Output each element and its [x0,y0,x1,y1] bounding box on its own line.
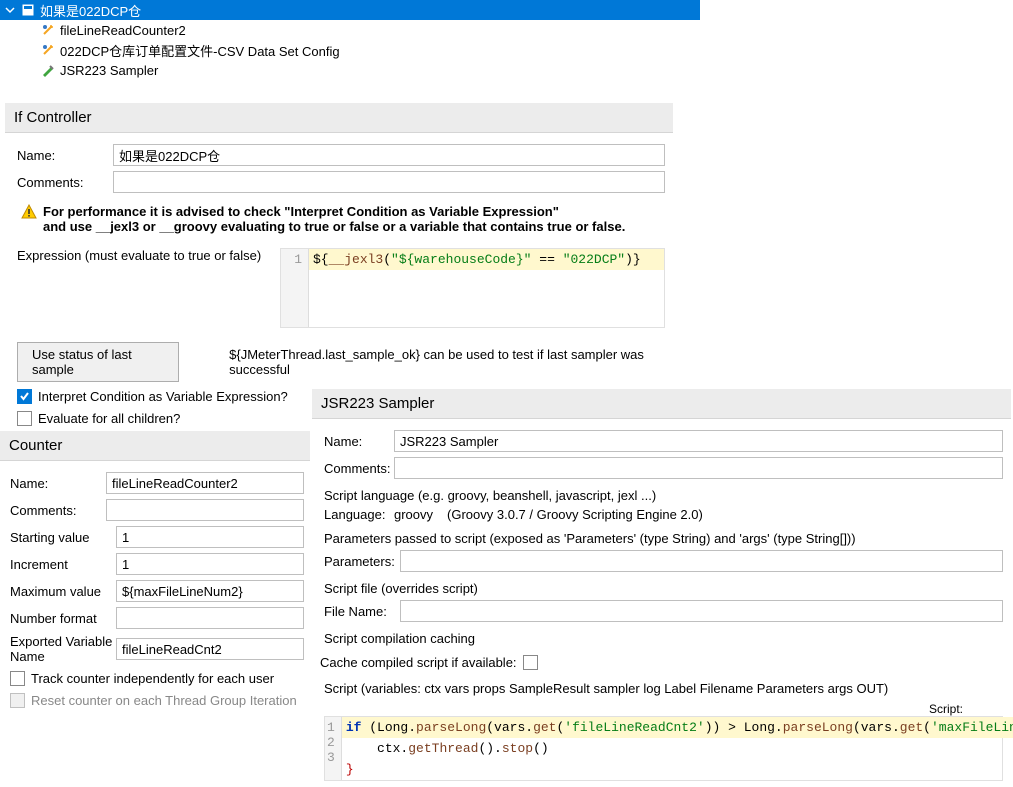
file-header: Script file (overrides script) [320,577,1003,598]
lang-value[interactable]: groovy [394,507,433,522]
expression-label: Expression (must evaluate to true or fal… [17,248,272,263]
comments-input[interactable] [113,171,665,193]
evaluate-all-checkbox[interactable] [17,411,32,426]
name-label: Name: [13,148,113,163]
code-line: if (Long.parseLong(vars.get('fileLineRea… [342,717,1013,738]
sampler-icon [40,62,56,78]
name-input[interactable] [113,144,665,166]
name-label: Name: [6,476,106,491]
track-label: Track counter independently for each use… [31,671,274,686]
counter-icon [40,22,56,38]
fmt-label: Number format [6,611,116,626]
line-number: 2 [327,735,335,750]
tree-item-jsr223[interactable]: JSR223 Sampler [0,60,700,80]
interpret-checkbox[interactable] [17,389,32,404]
start-label: Starting value [6,530,116,545]
code-line: ctx.getThread().stop() [342,738,1013,759]
reset-label: Reset counter on each Thread Group Itera… [31,693,297,708]
tree-item-csv-config[interactable]: 022DCP仓库订单配置文件-CSV Data Set Config [0,40,700,60]
var-input[interactable] [116,638,304,660]
max-label: Maximum value [6,584,116,599]
max-input[interactable] [116,580,304,602]
jsr223-panel: JSR223 Sampler Name: Comments: Script la… [312,389,1011,787]
if-controller-icon [20,2,36,18]
var-label: Exported Variable Name [6,634,116,664]
counter-comments-input[interactable] [106,499,304,521]
panel-title: Counter [0,431,310,461]
inc-input[interactable] [116,553,304,575]
expand-icon[interactable] [4,5,16,15]
code-line: ${__jexl3("${warehouseCode}" == "022DCP"… [309,249,664,270]
cache-checkbox[interactable] [523,655,538,670]
tree-label: 022DCP仓库订单配置文件-CSV Data Set Config [60,41,340,60]
warning-text-2: and use __jexl3 or __groovy evaluating t… [43,219,625,234]
params-input[interactable] [400,550,1003,572]
code-line: } [342,759,1013,780]
use-status-button[interactable]: Use status of last sample [17,342,179,382]
tree-item-counter[interactable]: fileLineReadCounter2 [0,20,700,40]
start-input[interactable] [116,526,304,548]
interpret-label: Interpret Condition as Variable Expressi… [38,389,288,404]
jsr-comments-input[interactable] [394,457,1003,479]
line-number: 1 [294,252,302,267]
tree-label: 如果是022DCP仓 [40,1,141,20]
jsr-name-input[interactable] [394,430,1003,452]
script-vars-header: Script (variables: ctx vars props Sample… [320,677,1003,698]
comments-label: Comments: [320,461,394,476]
tree-item-if-controller[interactable]: 如果是022DCP仓 [0,0,700,20]
comments-label: Comments: [13,175,113,190]
script-lang-header: Script language (e.g. groovy, beanshell,… [320,484,1003,505]
fmt-input[interactable] [116,607,304,629]
cache-header: Script compilation caching [320,627,1003,648]
panel-title: JSR223 Sampler [312,389,1011,419]
script-title: Script: [320,698,1003,716]
tree-label: JSR223 Sampler [60,63,158,78]
reset-checkbox [10,693,25,708]
params-header: Parameters passed to script (exposed as … [320,527,1003,548]
expression-code-editor[interactable]: 1 ${__jexl3("${warehouseCode}" == "022DC… [280,248,665,328]
panel-title: If Controller [5,103,673,133]
counter-panel: Counter Name: Comments: Starting value I… [0,431,310,721]
file-input[interactable] [400,600,1003,622]
line-number: 3 [327,750,335,765]
line-number: 1 [327,720,335,735]
warning-icon [21,204,37,220]
lang-label: Language: [320,507,394,522]
tree-view: 如果是022DCP仓 fileLineReadCounter2 022DCP仓库… [0,0,700,80]
use-status-note: ${JMeterThread.last_sample_ok} can be us… [229,347,665,377]
lang-note: (Groovy 3.0.7 / Groovy Scripting Engine … [447,507,703,522]
csv-config-icon [40,42,56,58]
track-checkbox[interactable] [10,671,25,686]
cache-label: Cache compiled script if available: [320,655,517,670]
name-label: Name: [320,434,394,449]
warning-text-1: For performance it is advised to check "… [43,204,559,219]
comments-label: Comments: [6,503,106,518]
counter-name-input[interactable] [106,472,304,494]
evaluate-all-label: Evaluate for all children? [38,411,180,426]
inc-label: Increment [6,557,116,572]
params-label: Parameters: [320,554,400,569]
script-code-editor[interactable]: 1 2 3 if (Long.parseLong(vars.get('fileL… [324,716,1003,781]
tree-label: fileLineReadCounter2 [60,23,186,38]
file-label: File Name: [320,604,400,619]
